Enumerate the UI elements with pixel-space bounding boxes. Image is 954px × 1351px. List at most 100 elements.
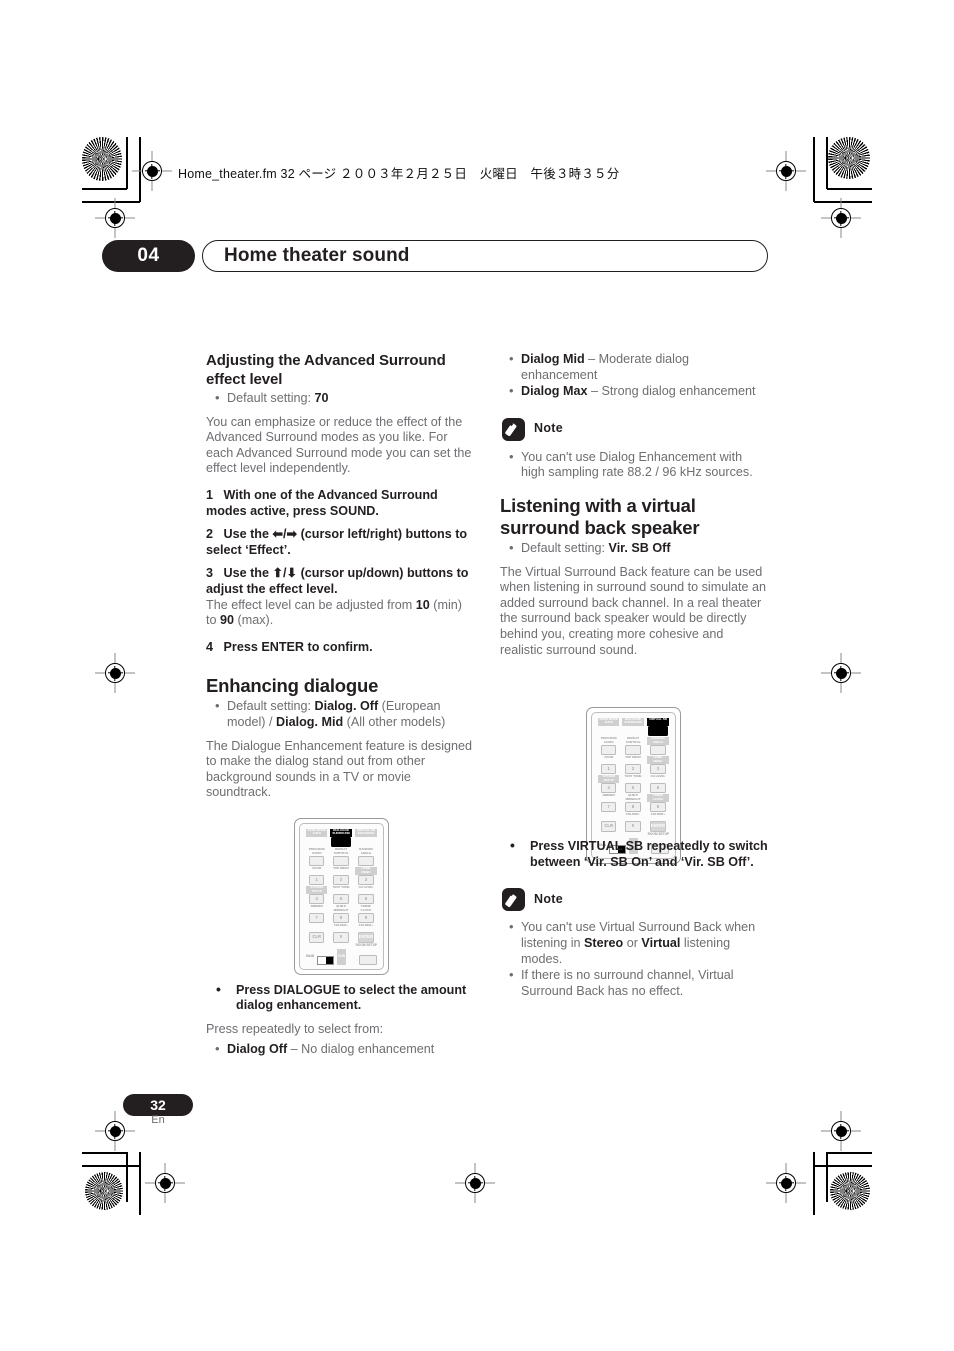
remote-label: FOLDER– [334, 924, 349, 928]
remote-label: TEST TONE [624, 775, 642, 779]
left-column: Adjusting the Advanced Surround effect l… [206, 352, 474, 1065]
remote-key-home-menu: HOME MENU 3 [646, 756, 669, 775]
crop-line-tr-v2 [813, 137, 815, 202]
remote-button-6: 6 [649, 782, 666, 794]
remote-label: CH LEVEL [650, 775, 666, 779]
step-number: 1 [206, 487, 214, 502]
remote-label: TOP MENU [625, 756, 641, 760]
remote-label [306, 924, 327, 932]
crop-line-bl-v2 [139, 1152, 141, 1215]
chapter-number: 04 [102, 240, 195, 272]
remote-key-dimmer: DIMMER 7 [598, 794, 619, 813]
remote-button-3: 3 [649, 763, 666, 775]
dialog-option-list-right: Dialog Mid – Moderate dialog enhancement… [500, 351, 768, 400]
registration-mark-right-upper [828, 205, 854, 231]
registration-mark-top-left [139, 158, 165, 184]
note-header-2: Note [502, 888, 768, 912]
default-setting-list-3: Default setting: Vir. SB Off [500, 540, 768, 557]
step-text: With one of the Advanced Surround modes … [206, 487, 438, 518]
remote-key-zoom: ZOOM 1 [306, 867, 327, 886]
remote-main-sub-switch [317, 956, 335, 965]
document-header-filename: Home_theater.fm 32 ページ ２００３年２月２５日 火曜日 午後… [178, 167, 620, 181]
registration-mark-bottom-left [152, 1170, 178, 1196]
registration-mark-bottom-center [462, 1170, 488, 1196]
step-3-detail: The effect level can be adjusted from 10… [206, 598, 474, 629]
remote-label: QUIET/ MIDNIGHT [625, 794, 641, 801]
remote-label: DIALOGUE SURROUND [330, 829, 352, 837]
list-item: You can't use Virtual Surround Back when… [500, 919, 768, 967]
instruction-sub-dialogue: Press repeatedly to select from: [206, 1022, 384, 1037]
effect-range-prefix: The effect level can be adjusted from [206, 597, 416, 612]
crop-line-br-h2 [814, 1165, 872, 1167]
crop-line-bl-v [126, 1152, 128, 1202]
remote-key-zoom: ZOOM 1 [598, 756, 619, 775]
remote-key-system-setup: SYSTEM SETUP 4 [306, 886, 328, 905]
remote-illustration-dialogue: BASS MODE AUTO DIALOGUE SURROUND VIRTUAL… [294, 818, 389, 975]
remote-keypad: BASS MODE AUTO DIALOGUE SURROUND VIRTUAL… [598, 718, 669, 832]
remote-label: DIMMER [310, 905, 323, 909]
remote-key-quiet-midnight: QUIET/ MIDNIGHT 8 [330, 905, 351, 924]
step-3: 3 Use the ⬆/⬇ (cursor up/down) buttons t… [206, 566, 474, 597]
remote-button-highlight [331, 836, 351, 848]
remote-label: CH LEVEL [358, 886, 374, 890]
remote-label: VIRTUAL SB [646, 718, 669, 726]
default-setting-suffix: (All other models) [343, 714, 446, 729]
chapter-title: Home theater sound [224, 245, 410, 266]
crop-line-tr-h [827, 188, 872, 190]
remote-button [601, 744, 617, 756]
remote-key-bass-mode: BASS MODE AUTO [598, 718, 620, 736]
remote-key-top-menu: TOP MENU 2 [330, 867, 351, 886]
remote-label: FOLDER– [626, 813, 641, 817]
list-item: Default setting: Vir. SB Off [500, 540, 768, 557]
list-item: Dialog Mid – Moderate dialog enhancement [500, 351, 768, 383]
effect-min: 10 [415, 597, 430, 612]
remote-key-repeat-subtitle: REPEAT SUBTITLE [330, 848, 351, 867]
step-text: Use the ⬅/➡ (cursor left/right) buttons … [206, 527, 468, 557]
effect-max: 90 [220, 613, 235, 628]
remote-key-timer-clock: TIMER/ CLOCK 9 [646, 794, 669, 813]
remote-button-8: 8 [625, 801, 641, 813]
step-number: 2 [206, 527, 214, 542]
remote-key-ch-level: CH LEVEL 6 [355, 886, 377, 905]
remote-switch-label-main: MAIN [306, 954, 315, 959]
remote-label: HOME MENU [646, 756, 669, 764]
remote-label: DIALOGUE SURROUND [622, 718, 644, 726]
registration-mark-bottom-right [773, 1170, 799, 1196]
remote-button-8: 8 [333, 912, 349, 924]
remote-button-room-setup [359, 954, 377, 965]
rosette-bottom-right [830, 1172, 870, 1210]
remote-key-quiet-midnight: QUIET/ MIDNIGHT 8 [622, 794, 643, 813]
remote-label: HOME MENU [354, 867, 377, 875]
remote-key-dialogue-surround: DIALOGUE SURROUND [622, 718, 644, 736]
remote-label: FOLDER+ [358, 924, 373, 928]
remote-label: BASS MODE AUTO [306, 829, 328, 837]
remote-room-setup-label: ROOM SETUP [647, 831, 669, 836]
crop-line-br-h [827, 1152, 872, 1154]
remote-key-bass-mode: BASS MODE AUTO [306, 829, 328, 847]
heading-adjusting-advanced-surround: Adjusting the Advanced Surround effect l… [206, 352, 446, 388]
page-language-label: En [151, 1114, 165, 1126]
remote-key-random-angle: RANDOM ANGLE [646, 737, 669, 756]
rosette-top-right [828, 137, 870, 179]
remote-button-5: 5 [333, 893, 349, 905]
note-mode-stereo: Stereo [584, 935, 624, 950]
chapter-header: 04 Home theater sound [102, 240, 768, 272]
remote-switch-label-sub: SUB [337, 949, 346, 965]
registration-mark-left-upper [102, 205, 128, 231]
instruction-dialogue-button: Press DIALOGUE to select the amount dial… [206, 982, 474, 1014]
remote-key-virtual-sb: VIRTUAL SB [646, 718, 669, 737]
note-text-c: or [623, 935, 642, 950]
crop-line-br-v [826, 1152, 828, 1202]
remote-button-9: 9 [649, 801, 666, 813]
step-number: 4 [206, 639, 214, 654]
option-desc: – Strong dialog enhancement [587, 384, 756, 399]
remote-button-5: 5 [625, 782, 641, 794]
rosette-top-left [82, 137, 122, 181]
remote-button-6: 6 [357, 893, 374, 905]
remote-label: TIMER/ CLOCK [360, 905, 372, 912]
step-4: 4 Press ENTER to confirm. [206, 640, 474, 656]
default-setting-value: Vir. SB Off [608, 540, 671, 555]
crop-line-tl-v [126, 137, 128, 189]
remote-button [309, 855, 325, 867]
remote-bottom-row: MAIN SUB ROOM SETUP [306, 935, 377, 965]
